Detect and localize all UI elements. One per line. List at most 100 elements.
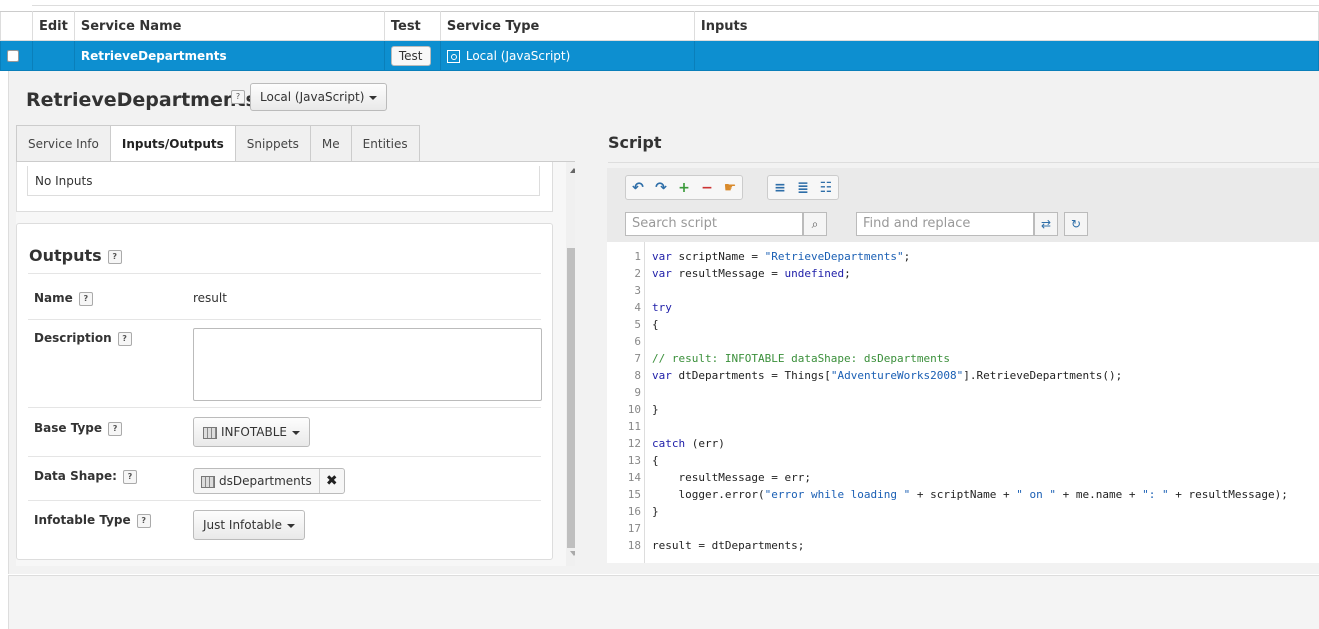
data-shape-link[interactable]: dsDepartments (194, 469, 320, 493)
help-icon[interactable]: ? (107, 249, 122, 264)
service-type-dropdown-label: Local (JavaScript) (260, 90, 365, 104)
code-line[interactable]: 12 catch (err) (607, 435, 1319, 452)
header-test[interactable]: Test (383, 11, 441, 41)
row-inputs (693, 40, 1319, 71)
code-line[interactable]: 18 result = dtDepartments; (607, 537, 1319, 554)
no-inputs-text: No Inputs (27, 166, 540, 196)
header-service-type[interactable]: Service Type (439, 11, 695, 41)
remove-snippet-icon[interactable]: − (697, 179, 717, 197)
left-pane-scrollbar[interactable] (566, 162, 575, 566)
tab-inputs-outputs[interactable]: Inputs/Outputs (109, 125, 236, 163)
code-line[interactable]: 11 (607, 418, 1319, 435)
code-line[interactable]: 17 (607, 520, 1319, 537)
clear-data-shape-icon[interactable]: ✖ (320, 469, 344, 493)
infotable-type-dropdown[interactable]: Just Infotable (193, 510, 306, 540)
code-text[interactable]: resultMessage = err; (652, 469, 810, 486)
name-label-group: Name? (34, 291, 93, 306)
replace-icon[interactable]: ⇄ (1034, 212, 1058, 236)
help-icon[interactable]: ? (117, 331, 132, 346)
description-row: Description? (28, 319, 542, 408)
code-text[interactable]: // result: INFOTABLE dataShape: dsDepart… (652, 350, 950, 367)
code-text[interactable]: var dtDepartments = Things["AdventureWor… (652, 367, 1122, 384)
help-icon[interactable]: ? (231, 90, 245, 104)
code-text[interactable]: } (652, 503, 659, 520)
code-line[interactable]: 3 (607, 282, 1319, 299)
align-center-icon[interactable]: ≣ (793, 179, 813, 197)
table-row[interactable]: RetrieveDepartments Test Local (JavaScri… (0, 40, 1319, 71)
search-script-input[interactable]: Search script (625, 212, 803, 236)
test-button[interactable]: Test (390, 45, 431, 66)
code-text[interactable]: catch (err) (652, 435, 725, 452)
header-inputs[interactable]: Inputs (693, 11, 1319, 41)
header-edit[interactable]: Edit (32, 11, 75, 41)
help-icon[interactable]: ? (136, 513, 151, 528)
code-text[interactable]: } (652, 401, 659, 418)
code-line[interactable]: 2 var resultMessage = undefined; (607, 265, 1319, 282)
help-icon[interactable]: ? (108, 421, 123, 436)
description-textarea[interactable] (193, 328, 542, 401)
code-line[interactable]: 7 // result: INFOTABLE dataShape: dsDepar… (607, 350, 1319, 367)
line-number: 5 (634, 318, 641, 331)
align-left-icon[interactable]: ≡ (770, 179, 790, 197)
code-line[interactable]: 16} (607, 503, 1319, 520)
code-text[interactable]: logger.error("error while loading " + sc… (652, 486, 1287, 503)
script-divider (608, 162, 1319, 163)
refresh-icon[interactable]: ↻ (1064, 212, 1088, 236)
service-type-dropdown[interactable]: Local (JavaScript) (250, 83, 388, 111)
scroll-up-arrow-icon[interactable] (570, 168, 575, 173)
line-number: 6 (634, 335, 641, 348)
scroll-down-arrow-icon[interactable] (570, 551, 575, 556)
code-line[interactable]: 1 var scriptName = "RetrieveDepartments"; (607, 248, 1319, 265)
find-replace-input[interactable]: Find and replace (856, 212, 1034, 236)
undo-icon[interactable]: ↶ (628, 179, 648, 197)
scroll-thumb[interactable] (567, 248, 575, 548)
code-text[interactable]: var resultMessage = undefined; (652, 265, 851, 282)
code-text[interactable]: try (652, 299, 672, 316)
line-number: 17 (627, 522, 641, 535)
row-edit-cell[interactable] (32, 40, 75, 71)
row-service-name[interactable]: RetrieveDepartments (73, 40, 385, 71)
code-line[interactable]: 10} (607, 401, 1319, 418)
code-text[interactable]: { (652, 452, 659, 469)
code-editor[interactable]: 1 var scriptName = "RetrieveDepartments";… (607, 242, 1319, 563)
redo-icon[interactable]: ↷ (651, 179, 671, 197)
header-service-name[interactable]: Service Name (73, 11, 385, 41)
tab-service-info[interactable]: Service Info (16, 125, 111, 162)
help-icon[interactable]: ? (78, 291, 93, 306)
description-label-group: Description? (34, 331, 132, 346)
caret-down-icon (291, 430, 300, 435)
tab-snippets[interactable]: Snippets (234, 125, 311, 162)
format-icon[interactable]: ☷ (816, 179, 836, 197)
name-value[interactable]: result (193, 291, 227, 305)
code-text[interactable]: var scriptName = "RetrieveDepartments"; (652, 248, 910, 265)
code-line[interactable]: 9 (607, 384, 1319, 401)
code-line[interactable]: 8 var dtDepartments = Things["AdventureWo… (607, 367, 1319, 384)
code-line[interactable]: 15 logger.error("error while loading " +… (607, 486, 1319, 503)
code-line[interactable]: 13 { (607, 452, 1319, 469)
services-table: Edit Service Name Test Service Type Inpu… (0, 11, 1319, 71)
code-line[interactable]: 5{ (607, 316, 1319, 333)
search-icon[interactable]: ⌕ (803, 212, 827, 236)
line-number: 4 (634, 301, 641, 314)
code-line[interactable]: 4 try (607, 299, 1319, 316)
code-line[interactable]: 14 resultMessage = err; (607, 469, 1319, 486)
help-icon[interactable]: ? (122, 469, 137, 484)
code-text[interactable]: { (652, 316, 659, 333)
code-line[interactable]: 6 (607, 333, 1319, 350)
row-checkbox[interactable] (7, 50, 19, 62)
line-number: 14 (627, 471, 641, 484)
tab-me[interactable]: Me (309, 125, 352, 162)
code-text[interactable]: result = dtDepartments; (652, 537, 804, 554)
description-label: Description (34, 331, 112, 345)
base-type-dropdown[interactable]: INFOTABLE (193, 417, 310, 447)
add-snippet-icon[interactable]: + (674, 179, 694, 197)
table-header-row: Edit Service Name Test Service Type Inpu… (0, 11, 1319, 41)
infotable-type-field: Just Infotable (193, 510, 306, 540)
datashape-icon (201, 475, 215, 488)
row-checkbox-cell[interactable] (0, 40, 33, 71)
infotable-type-value: Just Infotable (203, 518, 283, 532)
service-title: RetrieveDepartments (26, 89, 257, 111)
hand-icon[interactable]: ☛ (720, 179, 740, 197)
script-toolbar: ↶ ↷ + − ☛ ≡ ≣ ☷ Search script ⌕ Find and… (607, 168, 1319, 242)
tab-entities[interactable]: Entities (350, 125, 420, 162)
